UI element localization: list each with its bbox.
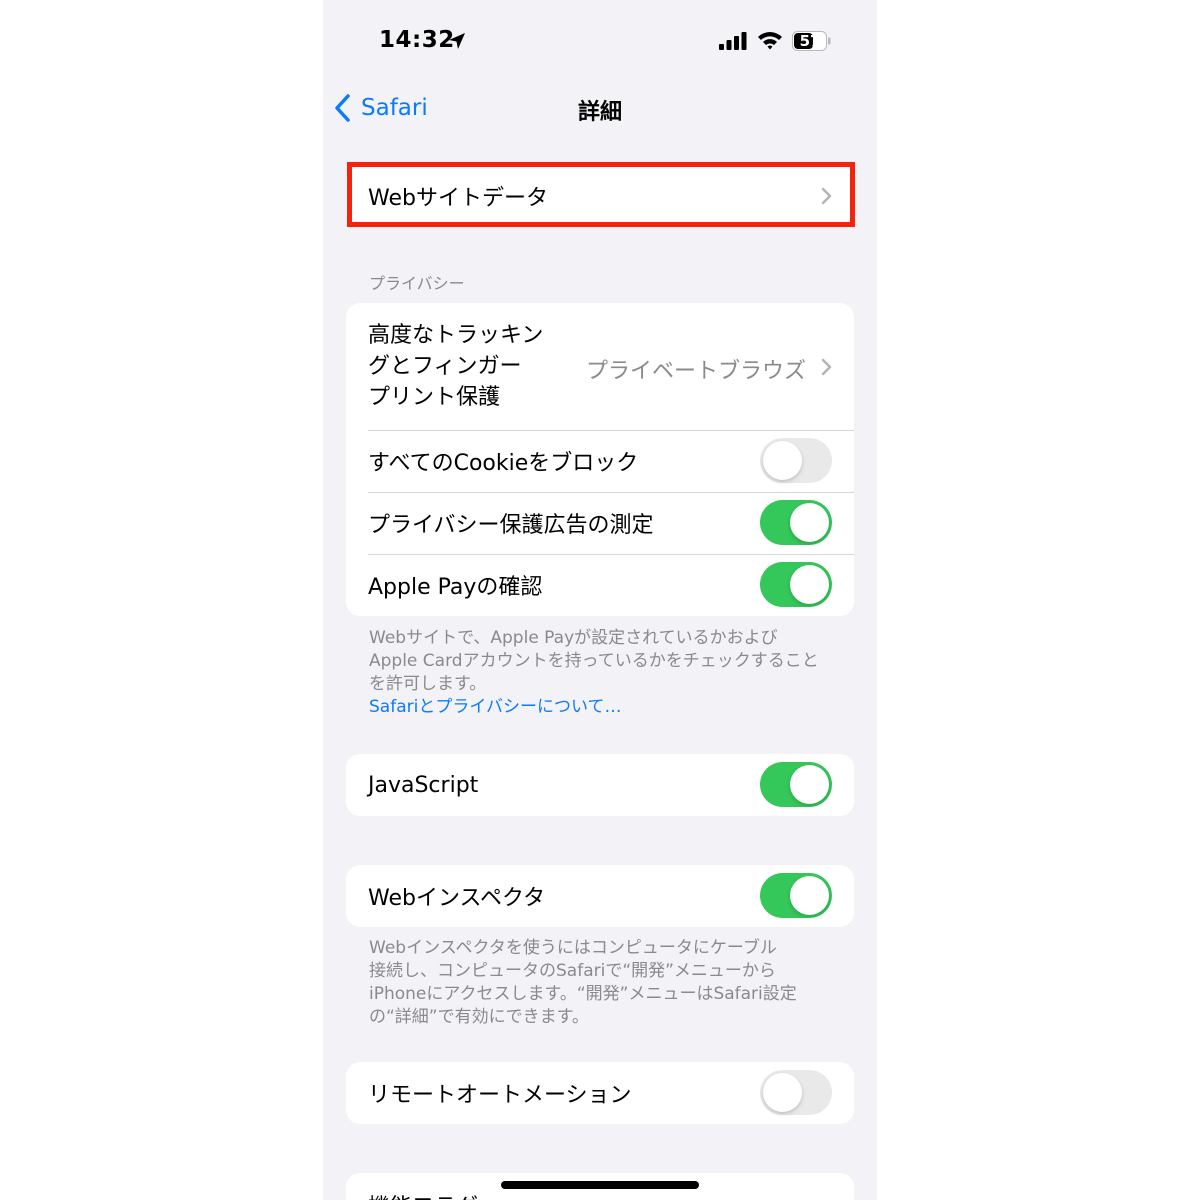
web-inspector-toggle[interactable] [760,873,832,918]
web-inspector-footer-line: の“詳細”で有効にできます。 [369,1007,589,1027]
toggle-knob [763,1073,802,1112]
web-inspector-footer-line: 接続し、コンピュータのSafariで“開発”メニューから [369,961,776,981]
apple-pay-toggle[interactable] [760,562,832,607]
privacy-footer-line: Apple Cardアカウントを持っているかをチェックすること [369,651,819,671]
ad-measurement-toggle[interactable] [760,500,832,545]
tracking-label-line: プリント保護 [368,385,501,410]
back-button-label: Safari [361,95,428,121]
apple-pay-row: Apple Payの確認 [346,554,854,616]
feature-flags-label: 機能フラグ [368,1189,478,1200]
cellular-signal-icon [719,32,747,50]
web-inspector-footer: Webインスペクタを使うにはコンピュータにケーブル 接続し、コンピュータのSaf… [369,937,839,1029]
web-inspector-row: Webインスペクタ [346,865,854,927]
phone-screen: 14:32 57 詳細 Safari Webサイトデータ プライバシー 高度なト… [323,0,877,1200]
privacy-group: 高度なトラッキン グとフィンガー プリント保護 プライベートブラウズ すべてのC… [346,303,854,616]
toggle-knob [790,503,829,542]
tracking-label-line: グとフィンガー [368,354,522,379]
privacy-footer: Webサイトで、Apple Payが設定されているかおよび Apple Card… [369,627,839,719]
battery-level: 57 [799,32,821,50]
ad-measurement-row: プライバシー保護広告の測定 [346,492,854,554]
toggle-knob [790,565,829,604]
navigation-bar: 詳細 Safari [323,80,877,136]
location-arrow-icon [449,33,465,49]
block-cookies-label: すべてのCookieをブロック [368,451,639,476]
remote-automation-toggle[interactable] [760,1070,832,1115]
remote-automation-label: リモートオートメーション [368,1083,632,1108]
remote-automation-group: リモートオートメーション [346,1062,854,1124]
web-inspector-footer-line: Webインスペクタを使うにはコンピュータにケーブル [369,938,777,958]
website-data-row[interactable]: Webサイトデータ [346,165,854,227]
toggle-knob [790,876,829,915]
web-inspector-footer-line: iPhoneにアクセスします。“開発”メニューはSafari設定 [369,984,797,1004]
home-indicator [501,1181,699,1189]
apple-pay-label: Apple Payの確認 [368,575,543,600]
remote-automation-row: リモートオートメーション [346,1062,854,1124]
tracking-protection-row[interactable]: 高度なトラッキン グとフィンガー プリント保護 プライベートブラウズ [346,303,854,430]
back-button[interactable]: Safari [333,90,428,126]
status-time: 14:32 [379,27,455,53]
javascript-row: JavaScript [346,754,854,816]
toggle-knob [763,441,802,480]
chevron-right-icon [821,358,832,375]
block-cookies-row: すべてのCookieをブロック [346,430,854,492]
ad-measurement-label: プライバシー保護広告の測定 [368,513,654,538]
tracking-protection-label: 高度なトラッキン グとフィンガー プリント保護 [368,320,543,413]
status-bar: 14:32 57 [323,0,877,80]
javascript-toggle[interactable] [760,762,832,807]
privacy-section-header: プライバシー [369,274,465,293]
toggle-knob [790,765,829,804]
wifi-icon [758,32,782,50]
javascript-group: JavaScript [346,754,854,816]
javascript-label: JavaScript [368,772,479,798]
web-inspector-label: Webインスペクタ [368,886,546,911]
website-data-group: Webサイトデータ [346,165,854,227]
chevron-left-icon [335,94,350,122]
website-data-label: Webサイトデータ [368,186,548,211]
block-cookies-toggle[interactable] [760,438,832,483]
privacy-info-link[interactable]: Safariとプライバシーについて… [369,696,839,719]
chevron-right-icon [821,187,832,205]
privacy-footer-line: を許可します。 [369,674,487,694]
privacy-footer-line: Webサイトで、Apple Payが設定されているかおよび [369,628,778,648]
web-inspector-group: Webインスペクタ [346,865,854,927]
tracking-label-line: 高度なトラッキン [368,323,544,348]
tracking-protection-value: プライベートブラウズ [585,358,806,384]
